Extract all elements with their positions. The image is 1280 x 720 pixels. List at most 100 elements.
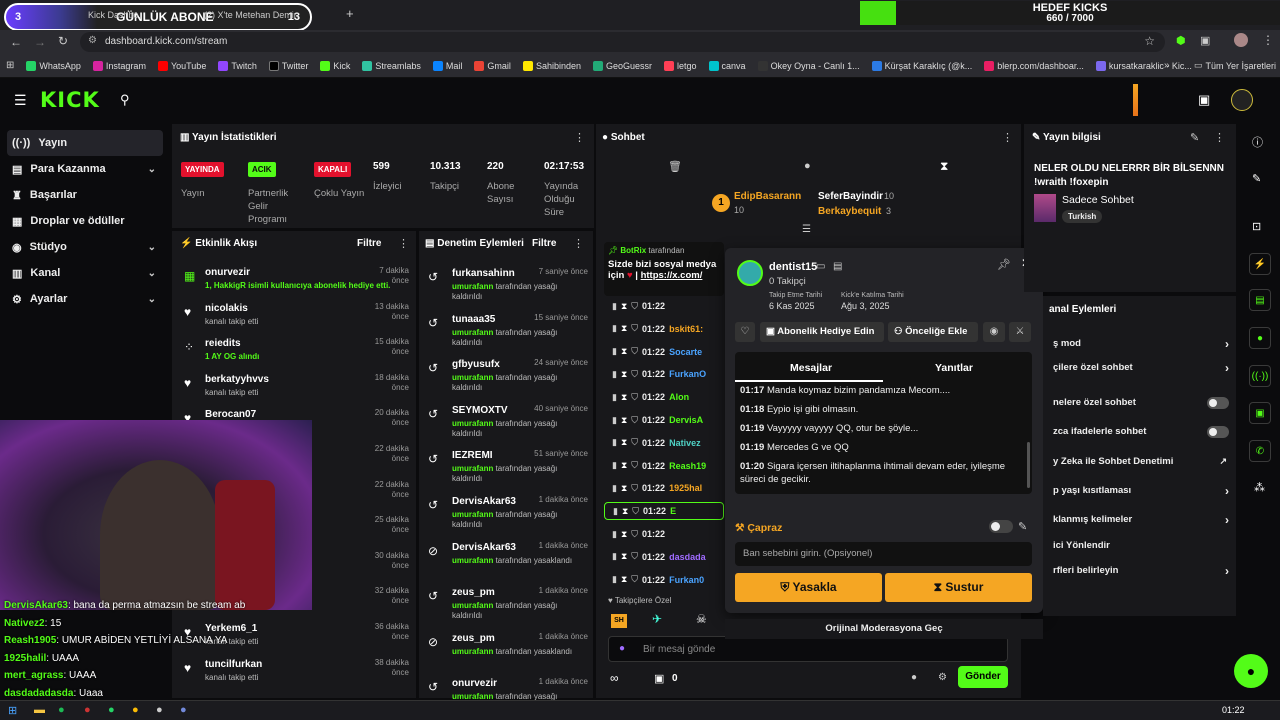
kebab-icon[interactable]: ⋮ bbox=[573, 237, 584, 250]
trash-icon[interactable]: ▮ bbox=[612, 529, 617, 540]
bookmark[interactable]: Kick bbox=[320, 60, 350, 71]
hourglass-icon[interactable]: ⧗ bbox=[621, 369, 627, 380]
trash-icon[interactable]: ▮ bbox=[612, 460, 617, 471]
activity-item[interactable]: ♥ berkatyyhvvs kanalı takip etti 18 dakika … bbox=[184, 373, 409, 405]
activity-name[interactable]: reiedits bbox=[205, 338, 241, 349]
hourglass-icon[interactable]: ⧗ bbox=[621, 529, 627, 540]
kebab-icon[interactable]: ⋮ bbox=[1214, 131, 1225, 144]
hourglass-icon[interactable]: ⧗ bbox=[621, 460, 627, 471]
trash-icon[interactable]: 🗑︎ bbox=[668, 160, 682, 173]
activity-item[interactable]: ⁘ reiedits 1 AY OG alındı 15 dakika önce bbox=[184, 337, 409, 369]
channel-action-item[interactable]: zca ifadelerle sohbet bbox=[1053, 426, 1229, 442]
username[interactable]: dentist15 bbox=[769, 261, 817, 273]
bookmark[interactable]: Kürşat Karaklıç (@k... bbox=[871, 60, 972, 71]
channel-action-item[interactable]: y Zeka ile Sohbet Denetimi ↗ bbox=[1053, 456, 1229, 472]
modlog-name[interactable]: tunaaa35 bbox=[452, 314, 495, 325]
chat-user[interactable]: FurkanO bbox=[669, 369, 706, 379]
modlog-name[interactable]: DervisAkar63 bbox=[452, 496, 516, 507]
tab-x-post[interactable]: (2) X'te Metehan Demir: bbox=[196, 4, 336, 28]
tab-replies[interactable]: Yanıtlar bbox=[935, 362, 973, 374]
activity-name[interactable]: onurvezir bbox=[205, 267, 250, 278]
chat-user[interactable]: E bbox=[670, 506, 676, 516]
new-tab-button[interactable]: + bbox=[346, 6, 354, 21]
shop-icon[interactable]: ▣ bbox=[654, 672, 664, 685]
trash-icon[interactable]: ▮ bbox=[612, 346, 617, 357]
bookmark[interactable]: YouTube bbox=[157, 60, 206, 71]
obs-icon[interactable]: ● bbox=[156, 704, 163, 716]
hourglass-icon[interactable]: ⧗ bbox=[940, 159, 948, 174]
chat-row[interactable]: ▮ ⧗ ⛉ 01:22 Nativez bbox=[612, 434, 722, 452]
sidebar-item-kanal[interactable]: ▥ Kanal ⌄ bbox=[0, 260, 170, 286]
hourglass-icon[interactable]: ⧗ bbox=[621, 301, 627, 312]
chat-input[interactable]: ● Bir mesaj gönde bbox=[608, 636, 1008, 662]
emote-rocket[interactable]: ✈ bbox=[652, 612, 662, 626]
hourglass-icon[interactable]: ⧗ bbox=[621, 392, 627, 403]
modlog-item[interactable]: ↺ SEYMOXTV umurafann tarafından yasağı kal… bbox=[428, 404, 588, 446]
extension-icon[interactable]: ⬢ bbox=[1176, 34, 1186, 47]
eye-button[interactable]: ◉ bbox=[983, 322, 1005, 342]
profile-avatar[interactable] bbox=[1234, 33, 1248, 47]
moderator-name[interactable]: umurafann bbox=[452, 373, 493, 382]
modlog-item[interactable]: ⊘ zeus_pm umurafann tarafından yasaklandı 1… bbox=[428, 632, 588, 674]
bookmark[interactable]: blerp.com/dashboar... bbox=[984, 60, 1084, 71]
send-button[interactable]: Gönder bbox=[958, 666, 1008, 688]
chat-icon[interactable]: ● bbox=[1249, 327, 1271, 349]
modlog-name[interactable]: zeus_pm bbox=[452, 587, 495, 598]
moderator-name[interactable]: umurafann bbox=[452, 510, 493, 519]
shield-icon[interactable]: ⛉ bbox=[631, 460, 638, 471]
trash-icon[interactable]: ▮ bbox=[612, 323, 617, 334]
activity-item[interactable]: ▦ onurvezir 1, HakkigR isimli kullanıcıya … bbox=[184, 266, 409, 298]
wrench-icon[interactable]: ✆ bbox=[1249, 440, 1271, 462]
moderator-name[interactable]: umurafann bbox=[452, 556, 493, 565]
vip-button[interactable]: ⚇ Önceliğe Ekle bbox=[888, 322, 978, 342]
chrome-icon[interactable]: ● bbox=[132, 704, 139, 716]
bookmark[interactable]: Twitch bbox=[218, 60, 257, 71]
sidebar-item-yayin[interactable]: ((·)) Yayın bbox=[7, 130, 163, 156]
hourglass-icon[interactable]: ⧗ bbox=[621, 415, 627, 426]
leader-name[interactable]: Berkaybequit bbox=[818, 206, 881, 217]
copy-icon[interactable]: ▭ bbox=[816, 261, 825, 272]
activity-filter-button[interactable]: Filtre bbox=[357, 238, 381, 249]
chat-row[interactable]: ▮ ⧗ ⛉ 01:22 FurkanO bbox=[612, 365, 722, 383]
bookmark[interactable]: Okey Oyna - Canlı 1... bbox=[757, 60, 860, 71]
bookmark[interactable]: Sahibinden bbox=[522, 60, 581, 71]
modlog-item[interactable]: ↺ zeus_pm umurafann tarafından yasağı kald… bbox=[428, 586, 588, 628]
hourglass-icon[interactable]: ⧗ bbox=[621, 574, 627, 585]
modlog-filter-button[interactable]: Filtre bbox=[532, 238, 556, 249]
user-avatar[interactable] bbox=[1231, 89, 1253, 111]
studio-icon[interactable]: ▣ bbox=[1198, 92, 1210, 108]
toggle-switch[interactable] bbox=[1207, 397, 1229, 409]
edit-icon[interactable]: ✎ bbox=[1018, 520, 1027, 533]
sidebar-item-studyo[interactable]: ◉ Stüdyo ⌄ bbox=[0, 234, 170, 260]
shield-icon[interactable]: ⛉ bbox=[631, 483, 638, 494]
trash-icon[interactable]: ▮ bbox=[612, 551, 617, 562]
moderator-name[interactable]: umurafann bbox=[452, 282, 493, 291]
kebab-icon[interactable]: ⋮ bbox=[398, 237, 409, 250]
ban-button[interactable]: ⛨ Yasakla bbox=[735, 573, 882, 602]
channel-action-item[interactable]: ici Yönlendir bbox=[1053, 540, 1229, 556]
pencil-icon[interactable]: ✎ bbox=[1252, 172, 1261, 185]
shield-icon[interactable]: ⛉ bbox=[631, 392, 638, 403]
bookmark[interactable]: letgo bbox=[664, 60, 697, 71]
hourglass-icon[interactable]: ⧗ bbox=[621, 551, 627, 562]
toggle-switch[interactable] bbox=[1207, 426, 1229, 438]
scrollbar[interactable] bbox=[1027, 442, 1030, 488]
all-bookmarks[interactable]: ▭ Tüm Yer İşaretleri bbox=[1194, 60, 1276, 71]
star-icon[interactable]: ☆ bbox=[1144, 34, 1155, 48]
moderator-name[interactable]: umurafann bbox=[452, 601, 493, 610]
shield-icon[interactable]: ⛉ bbox=[632, 506, 639, 517]
spotify-icon[interactable]: ● bbox=[58, 704, 65, 716]
chat-row[interactable]: ▮ ⧗ ⛉ 01:22 bbox=[612, 525, 722, 543]
shield-icon[interactable]: ⛉ bbox=[631, 323, 638, 334]
modlog-name[interactable]: IEZREMI bbox=[452, 450, 493, 461]
chat-user[interactable]: dasdada bbox=[669, 552, 706, 562]
more-bookmarks-icon[interactable]: » bbox=[1164, 60, 1170, 71]
modlog-name[interactable]: zeus_pm bbox=[452, 633, 495, 644]
puzzle-icon[interactable]: ▣ bbox=[1200, 34, 1210, 47]
infinity-icon[interactable]: ∞ bbox=[610, 671, 619, 685]
hourglass-icon[interactable]: ⧗ bbox=[622, 506, 628, 517]
chat-user[interactable]: bskit61: bbox=[669, 324, 703, 334]
channel-action-item[interactable]: p yaşı kısıtlaması › bbox=[1053, 484, 1229, 501]
modlog-item[interactable]: ↺ furkansahinn umurafann tarafından yasağı… bbox=[428, 267, 588, 309]
broadcast-icon[interactable]: ((·)) bbox=[1249, 365, 1271, 387]
